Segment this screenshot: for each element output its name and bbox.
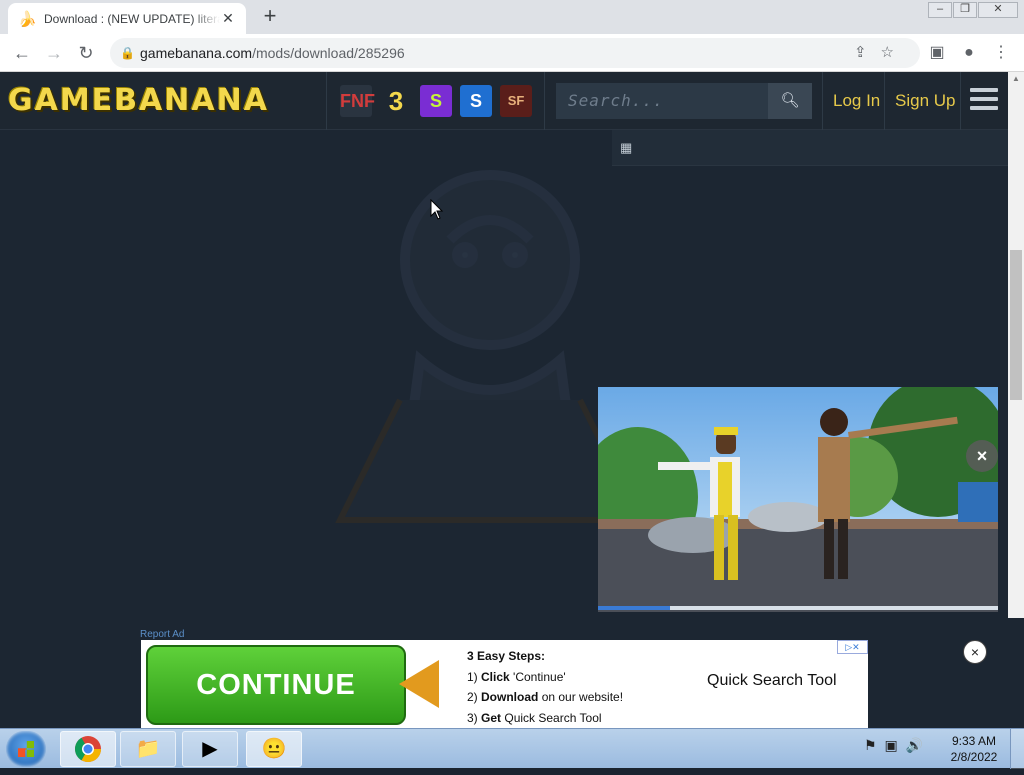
report-ad-link[interactable]: Report Ad: [140, 629, 184, 640]
minimize-button[interactable]: –: [928, 2, 952, 18]
adchoices-icon[interactable]: ▷✕: [837, 640, 868, 654]
window-close-button[interactable]: ✕: [978, 2, 1018, 18]
sidepanel-icon[interactable]: ▣: [926, 42, 948, 64]
scroll-up-icon[interactable]: ▲: [1008, 72, 1024, 86]
ad-close-button[interactable]: ×: [963, 640, 987, 664]
video-progress-bar[interactable]: [598, 606, 998, 610]
sonic-icon[interactable]: S: [460, 85, 492, 117]
ad-product-name: Quick Search Tool: [707, 672, 837, 689]
scroll-thumb[interactable]: [1010, 250, 1022, 400]
video-ad[interactable]: [598, 387, 998, 612]
taskbar: 📁 ▶ 😐 ⚑▣🔊 9:33 AM 2/8/2022: [0, 728, 1024, 769]
site-header: GAMEBANANA FNF 3 S S SF Search... 🔍︎ Log…: [0, 72, 1008, 130]
url-text: gamebanana.com/mods/download/285296: [140, 45, 405, 61]
login-link[interactable]: Log In: [833, 91, 880, 111]
arrow-left-icon: [399, 660, 439, 708]
clock[interactable]: 9:33 AM 2/8/2022: [944, 733, 1004, 765]
search-icon[interactable]: 🔍︎: [768, 83, 812, 119]
header-divider: [884, 72, 885, 130]
media-player-icon[interactable]: ▶: [182, 731, 238, 767]
search-input[interactable]: Search...: [556, 83, 768, 119]
ad-steps: 3 Easy Steps: 1) Click 'Continue' 2) Dow…: [467, 649, 624, 725]
header-divider: [326, 72, 327, 130]
reload-icon[interactable]: ↻: [74, 41, 98, 65]
broken-image-icon: ▦: [620, 140, 633, 155]
menu-dots-icon[interactable]: ⋮: [990, 42, 1012, 64]
show-desktop-button[interactable]: [1010, 729, 1024, 769]
fnf-icon[interactable]: FNF: [340, 85, 375, 117]
sf-icon[interactable]: SF: [500, 85, 532, 117]
bottom-ad-banner[interactable]: CONTINUE 3 Easy Steps: 1) Click 'Continu…: [141, 640, 868, 728]
video-frame: [598, 387, 998, 612]
video-close-button[interactable]: ×: [966, 440, 998, 472]
tab-close-icon[interactable]: ✕: [220, 10, 236, 27]
page-scrollbar[interactable]: ▲: [1008, 72, 1024, 618]
browser-tab[interactable]: 🍌 Download : (NEW UPDATE) literal ✕: [8, 3, 246, 34]
start-button[interactable]: [6, 731, 46, 767]
site-logo[interactable]: GAMEBANANA: [8, 83, 269, 118]
header-divider: [544, 72, 545, 130]
tab-title: Download : (NEW UPDATE) literal: [44, 11, 220, 26]
video-progress-fill: [598, 606, 670, 610]
address-bar[interactable]: 🔒 gamebanana.com/mods/download/285296 ⇪☆: [110, 38, 920, 68]
share-star-icons[interactable]: ⇪☆: [854, 43, 908, 61]
mouse-cursor-icon: [430, 199, 444, 220]
browser-tabstrip: 🍌 Download : (NEW UPDATE) literal ✕ + – …: [0, 0, 1024, 34]
3air-icon[interactable]: 3: [380, 85, 412, 117]
browser-toolbar: ← → ↻ 🔒 gamebanana.com/mods/download/285…: [0, 34, 1024, 72]
signup-link[interactable]: Sign Up: [895, 91, 955, 111]
header-divider: [822, 72, 823, 130]
chrome-icon[interactable]: [60, 731, 116, 767]
splatoon-icon[interactable]: S: [420, 85, 452, 117]
new-tab-button[interactable]: +: [258, 5, 282, 28]
chat-icon[interactable]: 😐: [246, 731, 302, 767]
explorer-icon[interactable]: 📁: [120, 731, 176, 767]
continue-button[interactable]: CONTINUE: [146, 645, 406, 725]
header-divider: [960, 72, 961, 130]
restore-button[interactable]: ❐: [953, 2, 977, 18]
hamburger-menu-icon[interactable]: [970, 88, 998, 112]
back-icon[interactable]: ←: [10, 41, 34, 65]
sub-toolbar: ▦: [612, 130, 1008, 166]
profile-icon[interactable]: ●: [958, 42, 980, 64]
lock-icon: 🔒: [120, 46, 135, 60]
forward-icon[interactable]: →: [42, 41, 66, 65]
system-tray-icons[interactable]: ⚑▣🔊: [864, 737, 931, 754]
banana-icon: 🍌: [18, 10, 37, 28]
